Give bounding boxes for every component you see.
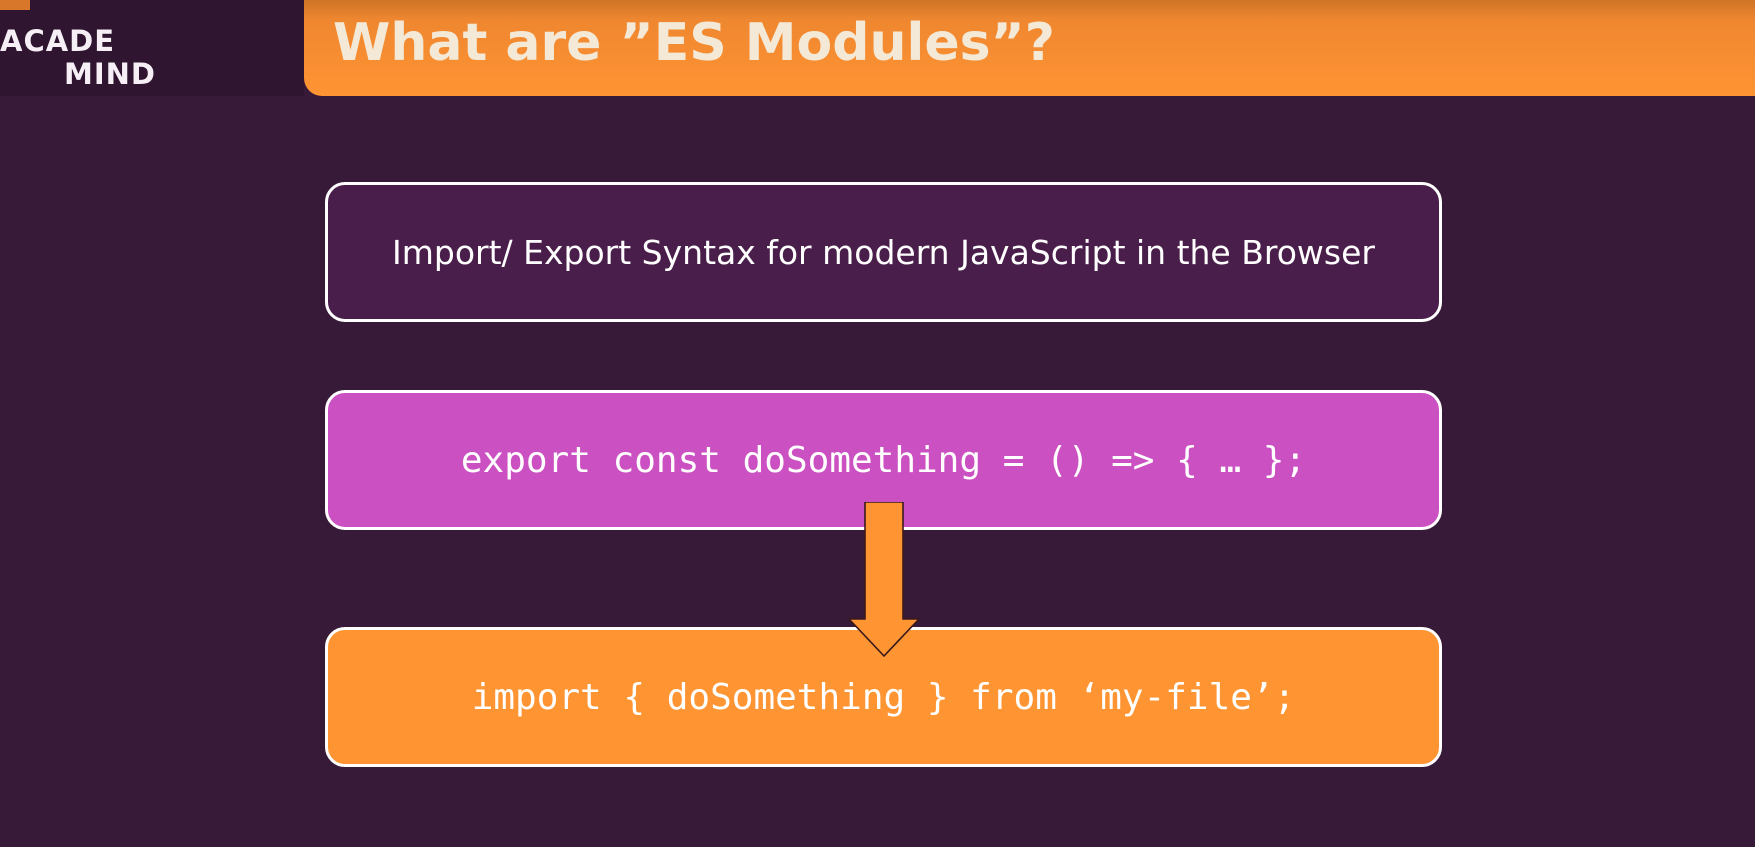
description-box: Import/ Export Syntax for modern JavaScr…: [325, 182, 1442, 322]
academind-logo: ACADE MIND: [0, 24, 170, 94]
description-text: Import/ Export Syntax for modern JavaScr…: [392, 232, 1375, 272]
down-arrow-icon: [848, 502, 920, 658]
logo-text-line1: ACADE: [0, 24, 116, 58]
import-code-text: import { doSomething } from ‘my-file’;: [471, 676, 1296, 718]
slide-title: What are ”ES Modules”?: [333, 13, 1055, 73]
logo-accent: [0, 0, 30, 10]
export-code-text: export const doSomething = () => { … };: [460, 439, 1307, 481]
logo-text-line2: MIND: [64, 57, 156, 91]
